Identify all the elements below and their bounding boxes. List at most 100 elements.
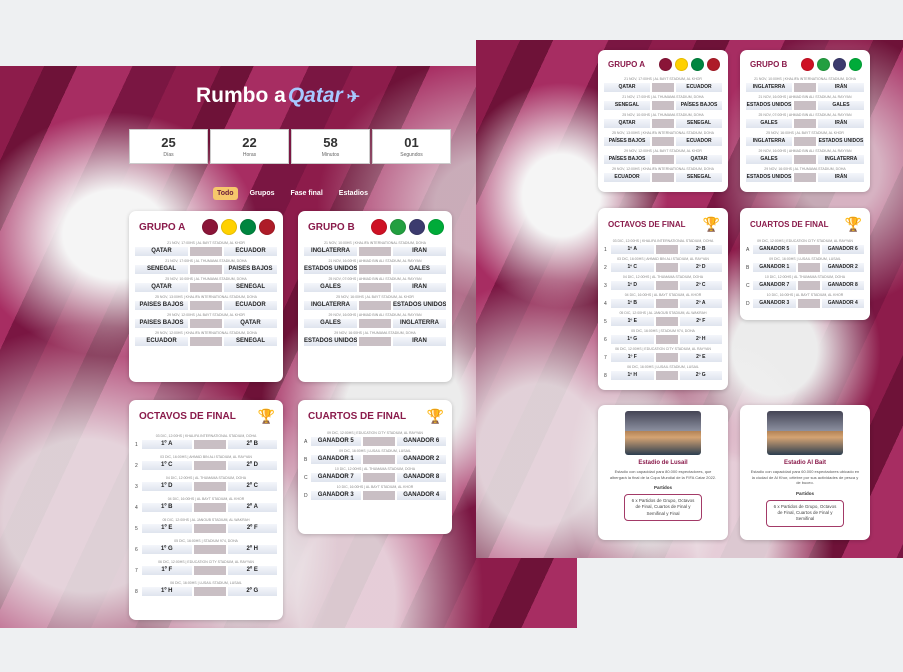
filter-tab[interactable]: Estadios	[335, 187, 372, 200]
match: 29 NOV, 12:00HS | AL BAYT STADIUM, AL KH…	[598, 148, 728, 165]
score-box[interactable]	[655, 317, 678, 326]
match-number: 4	[604, 300, 607, 307]
score-box[interactable]	[193, 545, 226, 554]
away-team: 2º A	[679, 299, 722, 308]
home-team: INGLATERRA	[746, 137, 792, 146]
away-team: GANADOR 8	[821, 281, 864, 290]
trophy-icon: 🏆	[844, 216, 862, 232]
match: 21 NOV, 16:00HS | AHMAD BIN ALI STADIUM,…	[298, 258, 452, 275]
home-team: GALES	[304, 283, 357, 292]
home-team: SENEGAL	[135, 265, 188, 274]
score-box[interactable]	[190, 319, 222, 328]
home-team: 1º E	[611, 317, 654, 326]
score-box[interactable]	[362, 437, 395, 446]
match-row: INGLATERRA IRÁN	[304, 246, 446, 257]
match: 25 NOV, 13:00HS | KHALIFA INTERNATIONAL …	[129, 294, 283, 311]
score-box[interactable]	[797, 299, 820, 308]
match-number: 1	[135, 441, 138, 448]
score-box[interactable]	[797, 281, 820, 290]
away-team: 2º G	[679, 371, 722, 380]
match-row: 4 1º B 2º A	[604, 298, 722, 309]
away-team: ECUADOR	[676, 137, 722, 146]
score-box[interactable]	[193, 482, 226, 491]
score-box[interactable]	[652, 155, 674, 164]
score-box[interactable]	[359, 319, 391, 328]
score-box[interactable]	[359, 337, 391, 346]
score-box[interactable]	[652, 119, 674, 128]
score-box[interactable]	[794, 83, 816, 92]
home-team: INGLATERRA	[304, 301, 357, 310]
filter-tab[interactable]: Fase final	[286, 187, 326, 200]
score-box[interactable]	[362, 455, 395, 464]
score-box[interactable]	[359, 301, 391, 310]
score-box[interactable]	[190, 247, 222, 256]
score-box[interactable]	[359, 283, 391, 292]
score-box[interactable]	[655, 335, 678, 344]
match-meta: 21 NOV, 10:00HS | KHALIFA INTERNATIONAL …	[754, 77, 856, 81]
score-box[interactable]	[193, 524, 226, 533]
score-box[interactable]	[193, 566, 226, 575]
home-team: 1º B	[611, 299, 654, 308]
score-box[interactable]	[794, 119, 816, 128]
score-box[interactable]	[190, 337, 222, 346]
score-box[interactable]	[655, 299, 678, 308]
match: 06 DIC, 12:00HS | EDUCATION CITY STADIUM…	[598, 346, 728, 363]
away-team: 2º E	[679, 353, 722, 362]
flag-icon	[691, 58, 704, 71]
match: 06 DIC, 12:00HS | EDUCATION CITY STADIUM…	[129, 559, 283, 576]
score-box[interactable]	[652, 173, 674, 182]
score-box[interactable]	[359, 265, 391, 274]
match: 25 NOV, 16:00HS | AL BAYT STADIUM, AL KH…	[298, 294, 452, 311]
score-box[interactable]	[190, 301, 222, 310]
away-team: 2º G	[227, 587, 277, 596]
match-number: 2	[604, 264, 607, 271]
score-box[interactable]	[193, 461, 226, 470]
score-box[interactable]	[359, 247, 391, 256]
score-box[interactable]	[655, 245, 678, 254]
filter-tab[interactable]: Todo	[213, 187, 238, 200]
away-team: 2º H	[227, 545, 277, 554]
score-box[interactable]	[655, 371, 678, 380]
countdown-cell: 01 Segundos	[372, 129, 451, 164]
score-box[interactable]	[794, 137, 816, 146]
score-box[interactable]	[362, 491, 395, 500]
score-box[interactable]	[655, 263, 678, 272]
away-team: IRÁN	[393, 337, 446, 346]
score-box[interactable]	[652, 101, 674, 110]
score-box[interactable]	[652, 83, 674, 92]
score-box[interactable]	[797, 263, 820, 272]
score-box[interactable]	[190, 265, 222, 274]
card-title: GRUPO A	[608, 60, 646, 69]
score-box[interactable]	[655, 281, 678, 290]
filter-tab[interactable]: Grupos	[246, 187, 279, 200]
match-row: B GANADOR 1 GANADOR 2	[746, 262, 864, 273]
score-box[interactable]	[655, 353, 678, 362]
score-box[interactable]	[794, 101, 816, 110]
away-team: QATAR	[676, 155, 722, 164]
match: 21 NOV, 17:00HS | AL BAYT STADIUM, AL KH…	[598, 76, 728, 93]
match-row: INGLATERRA ESTADOS UNIDOS	[746, 136, 864, 147]
score-box[interactable]	[797, 245, 820, 254]
match-row: 1 1º A 2º B	[604, 244, 722, 255]
score-box[interactable]	[193, 587, 226, 596]
home-team: QATAR	[604, 83, 650, 92]
home-team: GALES	[746, 119, 792, 128]
score-box[interactable]	[362, 473, 395, 482]
score-box[interactable]	[794, 155, 816, 164]
countdown-value: 58	[323, 135, 338, 150]
match-row: 1 1º A 2º B	[135, 439, 277, 450]
match-row: GALES IRÁN	[746, 118, 864, 129]
score-box[interactable]	[193, 503, 226, 512]
away-team: PAÍSES BAJOS	[676, 101, 722, 110]
card-title: OCTAVOS DE FINAL	[608, 220, 686, 229]
score-box[interactable]	[193, 440, 226, 449]
score-box[interactable]	[794, 173, 816, 182]
flag-icon	[849, 58, 862, 71]
countdown-value: 22	[242, 135, 257, 150]
score-box[interactable]	[652, 137, 674, 146]
home-team: GANADOR 3	[753, 299, 796, 308]
score-box[interactable]	[190, 283, 222, 292]
match-meta: 29 NOV, 12:00HS | KHALIFA INTERNATIONAL …	[155, 331, 257, 335]
away-team: 2º C	[679, 281, 722, 290]
matches-box: 6 x Partidos de Grupo, Octavos de Final,…	[624, 494, 702, 522]
